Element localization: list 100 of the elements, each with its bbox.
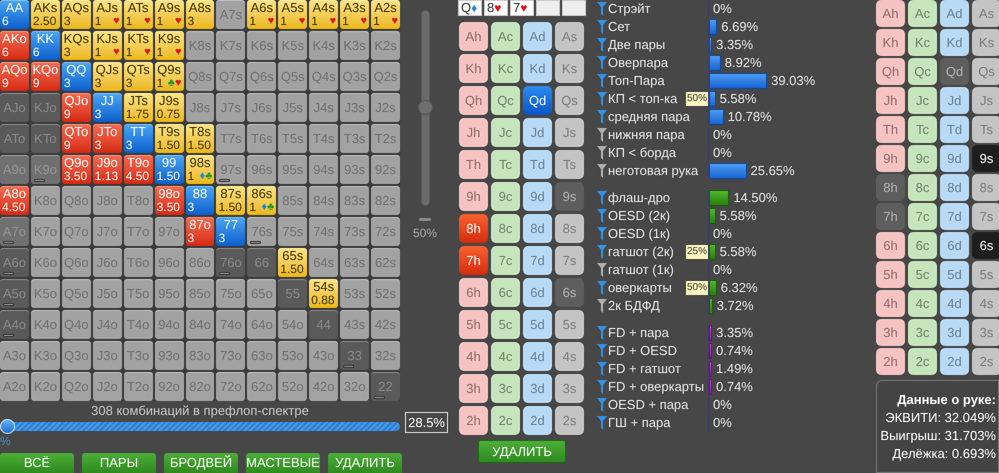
- card-button[interactable]: 4c: [491, 342, 520, 371]
- filter-icon[interactable]: [597, 245, 607, 259]
- card-button[interactable]: Ah: [876, 0, 905, 27]
- card-button[interactable]: Kh: [459, 54, 488, 83]
- filter-icon[interactable]: [597, 416, 607, 430]
- hand-cell[interactable]: A6s 1 ♥: [247, 0, 276, 29]
- card-button[interactable]: 2s: [555, 406, 584, 435]
- card-button[interactable]: 4s: [555, 342, 584, 371]
- card-button[interactable]: Ah: [459, 22, 488, 51]
- hand-cell[interactable]: QTs 3: [124, 62, 153, 91]
- card-button[interactable]: 4s: [972, 290, 999, 317]
- card-button[interactable]: 8h: [459, 214, 488, 243]
- card-button[interactable]: 9h: [876, 145, 905, 172]
- card-button[interactable]: 2s: [972, 348, 999, 375]
- card-button[interactable]: 7c: [908, 203, 937, 230]
- card-button[interactable]: 6c: [491, 278, 520, 307]
- filter-icon[interactable]: [597, 209, 607, 223]
- filter-icon[interactable]: [597, 344, 607, 358]
- hand-cell[interactable]: A8o 4.50: [0, 186, 29, 215]
- vertical-slider[interactable]: [420, 10, 430, 206]
- card-button[interactable]: 3c: [491, 374, 520, 403]
- hand-cell[interactable]: A9s 1 ♥: [154, 0, 184, 29]
- hand-cell[interactable]: T9o 4.50: [124, 155, 153, 184]
- filter-icon[interactable]: [597, 398, 607, 412]
- card-button[interactable]: 3h: [459, 374, 488, 403]
- filter-icon[interactable]: [597, 326, 607, 340]
- card-button[interactable]: Qs: [555, 86, 584, 115]
- board-slot[interactable]: 7♥: [510, 0, 534, 16]
- filter-icon[interactable]: [597, 38, 607, 52]
- card-button[interactable]: Qd: [523, 86, 552, 115]
- hand-cell[interactable]: 87s 1.50: [216, 186, 246, 215]
- hand-cell[interactable]: T9s 1.50: [154, 124, 184, 153]
- hand-cell[interactable]: AKo 6: [0, 31, 29, 60]
- card-button[interactable]: Ad: [523, 22, 552, 51]
- card-button[interactable]: As: [555, 22, 584, 51]
- hand-cell[interactable]: KK 6: [30, 31, 60, 60]
- range-button[interactable]: УДАЛИТЬ: [328, 453, 402, 473]
- card-button[interactable]: As: [972, 0, 999, 27]
- hand-cell[interactable]: 98o 3.50: [154, 186, 184, 215]
- card-button[interactable]: 9c: [908, 145, 937, 172]
- hand-cell[interactable]: KTs 1 ♥: [124, 31, 153, 60]
- hand-cell[interactable]: K9s 1 ♥: [154, 31, 184, 60]
- card-button[interactable]: Qc: [491, 86, 520, 115]
- card-button[interactable]: Th: [876, 116, 905, 143]
- hand-cell[interactable]: 87o 3: [186, 217, 214, 246]
- board-slot[interactable]: Q♦: [458, 0, 482, 16]
- hand-cell[interactable]: QTo 9: [62, 124, 91, 153]
- filter-icon[interactable]: [597, 164, 607, 178]
- card-button[interactable]: Kh: [876, 29, 905, 56]
- card-button[interactable]: Qh: [459, 86, 488, 115]
- card-button[interactable]: 8c: [491, 214, 520, 243]
- filter-icon[interactable]: [597, 92, 607, 106]
- hand-cell[interactable]: ATs 1 ♥: [124, 0, 153, 29]
- card-button[interactable]: 6h: [876, 232, 905, 259]
- range-button[interactable]: ВСЁ: [0, 453, 74, 473]
- card-button[interactable]: 4h: [459, 342, 488, 371]
- hand-cell[interactable]: JTo 3: [92, 124, 122, 153]
- card-button[interactable]: 6c: [908, 232, 937, 259]
- hand-cell[interactable]: T8s 1.50: [186, 124, 214, 153]
- card-button[interactable]: 7c: [491, 246, 520, 275]
- hand-cell[interactable]: A3s 1 ♥: [340, 0, 370, 29]
- hand-cell[interactable]: A4s 1 ♥: [309, 0, 338, 29]
- card-button[interactable]: 6h: [459, 278, 488, 307]
- card-button[interactable]: Tc: [908, 116, 937, 143]
- filter-icon[interactable]: [597, 2, 607, 16]
- hand-cell[interactable]: KQo 9: [30, 62, 60, 91]
- card-button[interactable]: 7h: [459, 246, 488, 275]
- card-button[interactable]: Js: [555, 118, 584, 147]
- delete-button[interactable]: УДАЛИТЬ: [478, 440, 566, 463]
- filter-icon[interactable]: [597, 362, 607, 376]
- hand-cell[interactable]: J9s 0.75: [154, 93, 184, 122]
- card-button[interactable]: 2h: [459, 406, 488, 435]
- card-button[interactable]: Tc: [491, 150, 520, 179]
- card-button[interactable]: Td: [523, 150, 552, 179]
- card-button[interactable]: Jc: [908, 87, 937, 114]
- range-button[interactable]: БРОДВЕЙ: [164, 453, 238, 473]
- hand-cell[interactable]: KJs 1 ♥: [92, 31, 122, 60]
- card-button[interactable]: 9h: [459, 182, 488, 211]
- card-button[interactable]: 8d: [940, 174, 969, 201]
- card-button[interactable]: 9s: [972, 145, 999, 172]
- hand-cell[interactable]: A2s 1 ♥: [371, 0, 400, 29]
- filter-icon[interactable]: [597, 380, 607, 394]
- card-button[interactable]: Ts: [972, 116, 999, 143]
- card-button[interactable]: 2c: [908, 348, 937, 375]
- card-button[interactable]: 9d: [940, 145, 969, 172]
- filter-icon[interactable]: [597, 128, 607, 142]
- card-button[interactable]: Ac: [491, 22, 520, 51]
- hand-cell[interactable]: A8s 3: [186, 0, 214, 29]
- card-button[interactable]: 7s: [555, 246, 584, 275]
- card-button[interactable]: Kc: [908, 29, 937, 56]
- card-button[interactable]: 9d: [523, 182, 552, 211]
- card-button[interactable]: 8s: [555, 214, 584, 243]
- card-button[interactable]: 8d: [523, 214, 552, 243]
- filter-icon[interactable]: [597, 191, 607, 205]
- range-button[interactable]: ПАРЫ: [82, 453, 156, 473]
- card-button[interactable]: Jd: [523, 118, 552, 147]
- hand-cell[interactable]: 77 3: [216, 217, 246, 246]
- hand-cell[interactable]: AJs 1 ♥: [92, 0, 122, 29]
- card-button[interactable]: 5d: [940, 261, 969, 288]
- card-button[interactable]: 2c: [491, 406, 520, 435]
